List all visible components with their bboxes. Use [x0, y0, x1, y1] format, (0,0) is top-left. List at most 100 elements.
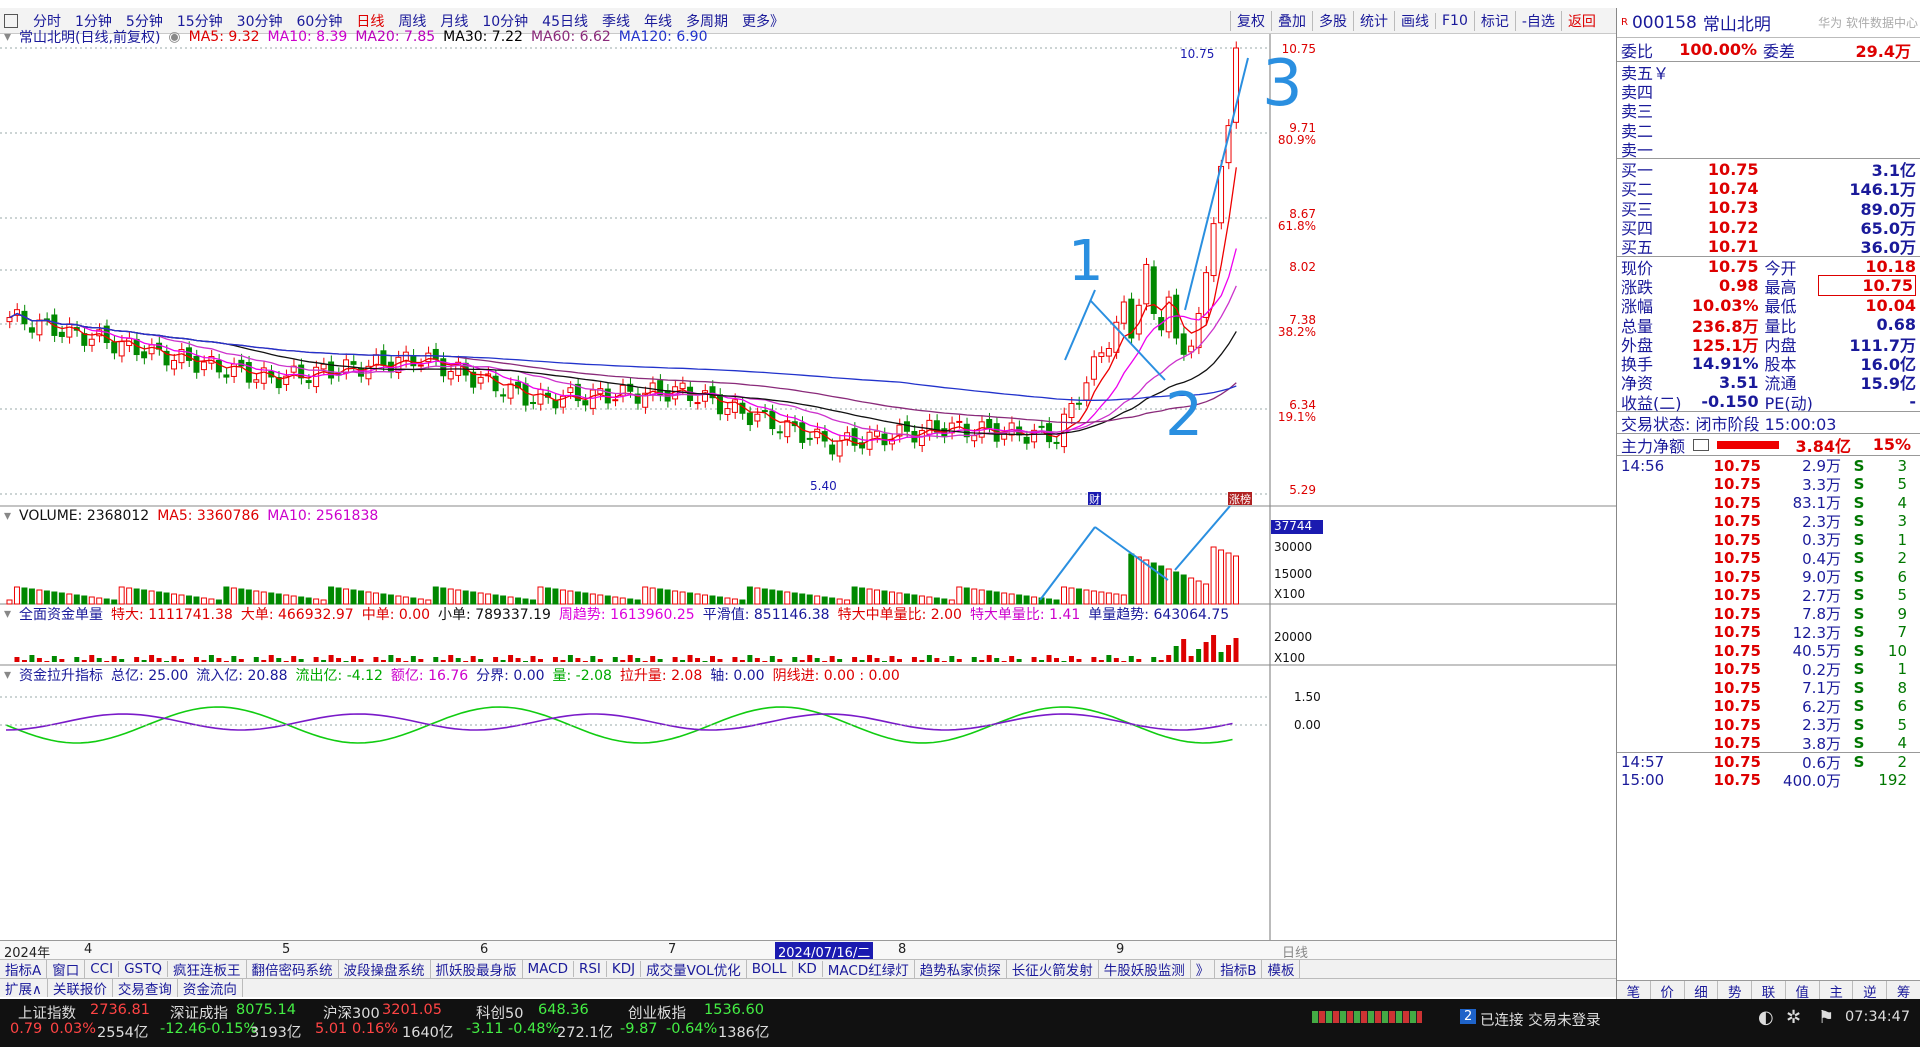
- tab-tabs1[interactable]: 窗口: [47, 960, 86, 978]
- fund-bar: [799, 660, 805, 662]
- quote-footer-tab[interactable]: 联: [1752, 981, 1786, 1001]
- tick-time: 14:56: [1621, 456, 1665, 475]
- tab-tabs1[interactable]: MACD红绿灯: [823, 960, 915, 978]
- candle-body: [694, 402, 701, 405]
- hs-value: 3201.05: [382, 1002, 442, 1018]
- tab-tabs1[interactable]: 牛股妖股监测: [1099, 960, 1191, 978]
- volume-bar: [672, 590, 679, 605]
- tick-price: 10.75: [1713, 493, 1761, 512]
- tab-tabs1[interactable]: MACD: [523, 961, 574, 977]
- pull-purple-line: [5, 713, 1233, 731]
- tab-tabs2[interactable]: 关联报价: [48, 979, 113, 997]
- hs-amount: 1640亿: [402, 1025, 454, 1041]
- tab-tabs1[interactable]: CCI: [85, 961, 120, 977]
- fund-bar: [283, 661, 289, 662]
- tab-tabs1[interactable]: 指标A: [0, 960, 48, 978]
- tick-row: 10.75 7.8万 S 9: [1617, 604, 1920, 624]
- candle-body: [926, 419, 933, 435]
- candle-body: [36, 319, 43, 336]
- volume-bar: [21, 587, 28, 605]
- quote-footer-tab[interactable]: 价: [1651, 981, 1685, 1001]
- quote-value2: 10.75: [1818, 275, 1916, 297]
- tab-tabs1[interactable]: KD: [793, 961, 823, 977]
- fund-bar: [523, 661, 529, 662]
- fund-bar: [620, 660, 626, 662]
- tab-tabs2[interactable]: 交易查询: [113, 979, 178, 997]
- tab-tabs1[interactable]: 翻倍密码系统: [247, 960, 339, 978]
- volume-bar: [687, 592, 694, 605]
- tick-price: 10.75: [1713, 641, 1761, 660]
- tab-tabs1[interactable]: KDJ: [607, 961, 642, 977]
- hs-label[interactable]: 沪深300: [323, 1002, 380, 1023]
- candle-body: [118, 341, 125, 357]
- list-icon[interactable]: [1693, 438, 1709, 451]
- volume-bar: [574, 591, 581, 605]
- tab-tabs1[interactable]: 疯狂连板王: [168, 960, 247, 978]
- quote-footer-tab[interactable]: 势: [1718, 981, 1753, 1001]
- high-price-label: 10.75: [1180, 47, 1214, 61]
- candle-body: [1203, 272, 1210, 318]
- fund-bar: [1181, 639, 1187, 662]
- quote-footer-tab[interactable]: 值: [1786, 981, 1820, 1001]
- tick-side: S: [1853, 586, 1865, 605]
- tab-tabs1[interactable]: BOLL: [747, 961, 793, 977]
- tab-tabs1[interactable]: 指标B: [1215, 960, 1263, 978]
- eye-icon[interactable]: ◐: [1758, 1007, 1774, 1028]
- tab-tabs1[interactable]: 》: [1191, 960, 1216, 978]
- tab-tabs1[interactable]: 波段操盘系统: [339, 960, 431, 978]
- buy-row[interactable]: 买五 10.71 36.0万: [1617, 237, 1920, 258]
- quote-footer-tab[interactable]: 筹: [1887, 981, 1920, 1001]
- sell-row[interactable]: 卖一: [1617, 139, 1920, 160]
- fund-bar: [313, 657, 319, 662]
- tab-tabs1[interactable]: 成交量VOL优化: [641, 960, 747, 978]
- volume-bar: [470, 591, 477, 605]
- tick-count: 9: [1897, 604, 1907, 623]
- fund-bar: [926, 655, 932, 662]
- cy-label[interactable]: 创业板指: [628, 1002, 686, 1023]
- tick-count: 10: [1887, 641, 1907, 660]
- quote-footer-tab[interactable]: 细: [1685, 981, 1719, 1001]
- volume-bar: [664, 589, 671, 605]
- tab-tabs1[interactable]: 抓妖股最身版: [431, 960, 523, 978]
- candle-body: [492, 375, 499, 392]
- sz-label[interactable]: 深证成指: [170, 1002, 228, 1023]
- kline-chart-canvas[interactable]: 10.759.7180.9%8.6761.8%8.027.3838.2%6.34…: [0, 0, 1616, 940]
- fund-bar: [1128, 656, 1134, 662]
- pull-caret-icon: ▾: [4, 667, 12, 683]
- tab-tabs1[interactable]: 模板: [1262, 960, 1301, 978]
- tick-list: 14:56 10.75 2.9万 S 3 10.75 3.3万 S 5 10.75 83.1万 S 4 1…: [1617, 456, 1920, 790]
- volume-bar: [148, 590, 155, 605]
- tab-tabs1[interactable]: GSTQ: [119, 961, 168, 977]
- kc-amount: 272.1亿: [557, 1025, 614, 1041]
- fund-bar: [896, 659, 902, 662]
- fund-bar: [1196, 649, 1202, 662]
- tab-tabs1[interactable]: RSI: [574, 961, 607, 977]
- settings-icon[interactable]: ✲: [1786, 1007, 1801, 1028]
- volume-bar: [58, 592, 65, 605]
- tab-tabs2[interactable]: 扩展∧: [0, 979, 48, 997]
- quote-footer-tab[interactable]: 逆: [1853, 981, 1888, 1001]
- tab-tabs1[interactable]: 长征火箭发射: [1007, 960, 1099, 978]
- fund-bar: [687, 655, 693, 662]
- tab-tabs1[interactable]: 趋势私家侦探: [915, 960, 1007, 978]
- volume-bar: [1158, 565, 1165, 605]
- volume-bar: [28, 588, 35, 605]
- connection-status[interactable]: 已连接 交易未登录: [1480, 1009, 1601, 1030]
- quote-footer-tab[interactable]: 笔: [1617, 981, 1651, 1001]
- main-net-row: 主力净额 3.84亿 15%: [1617, 434, 1920, 457]
- volume-bar: [694, 593, 701, 605]
- quote-footer-tab[interactable]: 主: [1820, 981, 1854, 1001]
- quote-value2: 15.9亿: [1860, 374, 1916, 394]
- tick-price: 10.75: [1713, 586, 1761, 605]
- quote-value: 0.98: [1719, 276, 1759, 296]
- bell-icon[interactable]: ⚑: [1818, 1007, 1834, 1028]
- kc-label[interactable]: 科创50: [476, 1002, 523, 1023]
- tab-tabs2[interactable]: 资金流向: [178, 979, 243, 997]
- pull-metric: 阴线进: 0.00 : 0.00: [772, 668, 900, 684]
- volume-bar: [1090, 590, 1097, 605]
- tick-row: 10.75 40.5万 S 10: [1617, 641, 1920, 661]
- volume-bar: [171, 593, 178, 605]
- sh-label[interactable]: 上证指数: [18, 1002, 76, 1023]
- volume-bar: [799, 593, 806, 605]
- tick-count: 1: [1897, 530, 1907, 549]
